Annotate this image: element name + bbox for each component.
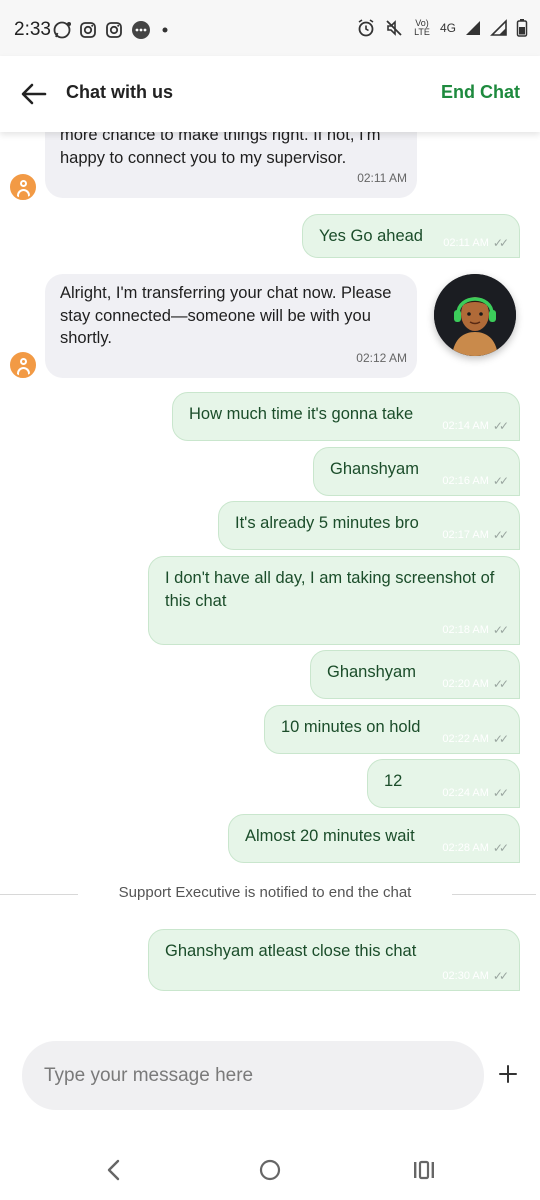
message-text: It's already 5 minutes bro — [235, 514, 419, 532]
message-input[interactable] — [44, 1041, 464, 1110]
instagram-icon — [80, 22, 96, 38]
message-text: Yes Go ahead — [319, 227, 423, 245]
double-check-icon: ✓✓ — [492, 841, 509, 855]
message-text: How much time it's gonna take — [189, 405, 414, 423]
system-notice-text: Support Executive is notified to end the… — [118, 884, 412, 901]
message-text: Alright, I'm transferring your chat now.… — [60, 282, 391, 350]
signal-icon — [490, 19, 507, 36]
double-check-icon: ✓✓ — [492, 236, 509, 250]
status-time: 2:33 — [14, 19, 51, 40]
messages-icon — [132, 21, 150, 39]
message-line: I don't have all day, I am taking screen… — [165, 569, 495, 587]
support-agent-avatar[interactable] — [434, 274, 516, 356]
double-check-icon: ✓✓ — [492, 786, 509, 800]
double-check-icon: ✓✓ — [492, 677, 509, 691]
notification-icons — [52, 19, 172, 41]
more-dot-icon — [162, 27, 168, 33]
user-message: Ghanshyam 02:20 AM ✓✓ — [310, 650, 520, 699]
message-time: 02:30 AM — [442, 970, 489, 982]
message-text: I don't have all day, I am taking screen… — [165, 567, 494, 612]
user-message: Almost 20 minutes wait 02:28 AM ✓✓ — [228, 814, 520, 863]
message-line: Alright, I'm transferring your chat now.… — [60, 284, 392, 302]
message-time: 02:14 AM — [442, 420, 489, 432]
message-composer — [22, 1041, 484, 1110]
volte-indicator: Vo) LTE — [414, 18, 430, 37]
agent-avatar-icon — [10, 174, 36, 200]
system-nav-bar — [0, 1140, 540, 1200]
user-message: Ghanshyam 02:16 AM ✓✓ — [313, 447, 520, 496]
message-time: 02:12 AM — [356, 350, 407, 365]
back-arrow-icon[interactable] — [18, 78, 50, 110]
double-check-icon: ✓✓ — [492, 732, 509, 746]
message-time: 02:16 AM — [442, 475, 489, 487]
message-text: Ghanshyam — [327, 663, 416, 681]
page-title: Chat with us — [66, 82, 173, 102]
message-time: 02:28 AM — [442, 842, 489, 854]
message-time: 02:24 AM — [442, 787, 489, 799]
message-text: 10 minutes on hold — [281, 718, 421, 736]
agent-message: Alright, I'm transferring your chat now.… — [45, 274, 417, 378]
nav-home-icon[interactable] — [256, 1156, 284, 1184]
message-text: Almost 20 minutes wait — [245, 827, 415, 845]
message-time: 02:11 AM — [443, 237, 489, 249]
chat-messages[interactable]: more chance to make things right. If not… — [0, 132, 540, 1032]
signal-icon — [466, 21, 480, 35]
battery-icon — [516, 19, 528, 37]
message-time: 02:17 AM — [442, 529, 489, 541]
user-message: Yes Go ahead 02:11 AM ✓✓ — [302, 214, 520, 258]
user-message: I don't have all day, I am taking screen… — [148, 556, 520, 645]
message-line: shortly. — [60, 329, 112, 347]
message-time: 02:20 AM — [442, 678, 489, 690]
mute-icon — [386, 20, 402, 36]
nav-back-icon[interactable] — [100, 1156, 128, 1184]
message-line: more chance to make things right. If not… — [60, 132, 381, 144]
message-line: happy to connect you to my supervisor. — [60, 148, 347, 167]
message-text: Ghanshyam atleast close this chat — [165, 942, 417, 960]
divider — [452, 894, 536, 895]
message-text: more chance to make things right. If not… — [60, 132, 380, 169]
double-check-icon: ✓✓ — [492, 419, 509, 433]
agent-avatar-icon — [10, 352, 36, 378]
double-check-icon: ✓✓ — [492, 969, 509, 983]
whatsapp-icon — [53, 21, 71, 39]
system-icons: Vo) LTE 4G — [356, 18, 528, 38]
message-line: stay connected—someone will be with you — [60, 306, 371, 325]
user-message: How much time it's gonna take 02:14 AM ✓✓ — [172, 392, 520, 441]
message-text: 12 — [384, 772, 403, 790]
user-message: Ghanshyam atleast close this chat 02:30 … — [148, 929, 520, 991]
double-check-icon: ✓✓ — [492, 623, 509, 637]
nav-recents-icon[interactable] — [410, 1156, 438, 1184]
end-chat-button[interactable]: End Chat — [441, 82, 520, 103]
user-message: 12 02:24 AM ✓✓ — [367, 759, 520, 808]
agent-message: more chance to make things right. If not… — [45, 132, 417, 198]
double-check-icon: ✓✓ — [492, 474, 509, 488]
message-time: 02:22 AM — [442, 733, 489, 745]
double-check-icon: ✓✓ — [492, 528, 509, 542]
headset-agent-icon — [434, 274, 516, 356]
chat-header: Chat with us End Chat — [0, 56, 540, 132]
message-time: 02:11 AM — [357, 170, 407, 185]
user-message: 10 minutes on hold 02:22 AM ✓✓ — [264, 705, 520, 754]
system-notice: Support Executive is notified to end the… — [0, 884, 540, 904]
message-time: 02:18 AM — [442, 624, 489, 636]
network-type: 4G — [439, 21, 456, 35]
user-message: It's already 5 minutes bro 02:17 AM ✓✓ — [218, 501, 520, 550]
alarm-icon — [358, 19, 374, 37]
instagram-icon — [106, 22, 122, 38]
status-bar: 2:33 Vo) LTE 4G — [0, 0, 540, 56]
plus-icon[interactable] — [494, 1060, 522, 1088]
message-text: Ghanshyam — [330, 460, 419, 478]
message-line: this chat — [165, 591, 227, 610]
